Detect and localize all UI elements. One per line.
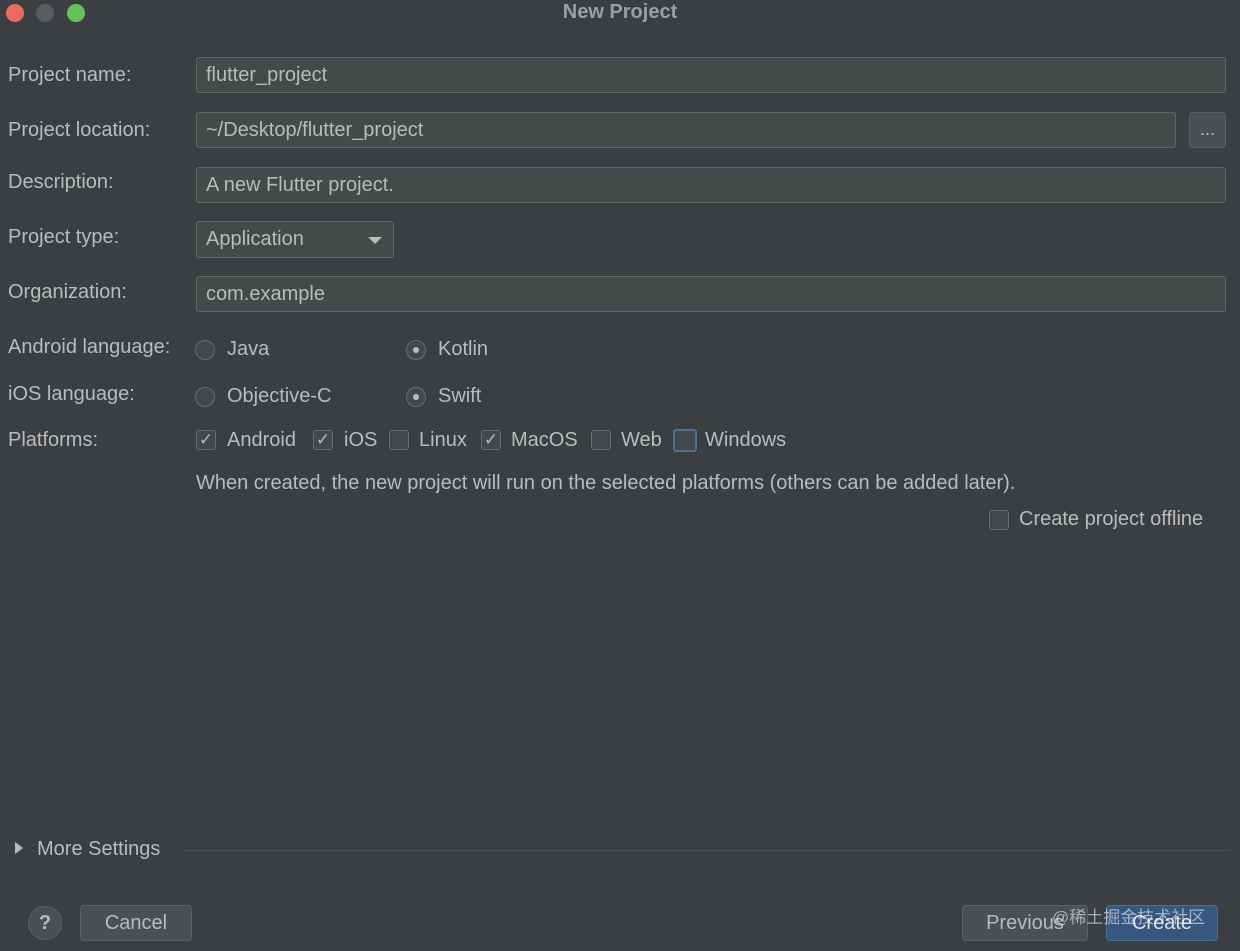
radio-kotlin[interactable] bbox=[406, 340, 426, 360]
description-input[interactable]: A new Flutter project. bbox=[196, 167, 1226, 203]
project-location-label: Project location: bbox=[8, 119, 151, 141]
project-type-label: Project type: bbox=[8, 226, 120, 248]
checkmark-icon: ✓ bbox=[198, 430, 214, 449]
expand-arrow-icon bbox=[15, 841, 23, 854]
checkbox-macos-label[interactable]: MacOS bbox=[511, 429, 578, 452]
checkbox-ios-label[interactable]: iOS bbox=[344, 429, 377, 452]
more-settings-toggle[interactable]: More Settings bbox=[15, 838, 160, 861]
checkbox-android[interactable]: ✓ bbox=[196, 430, 216, 450]
checkbox-windows[interactable] bbox=[673, 429, 697, 452]
checkmark-icon: ✓ bbox=[315, 430, 331, 449]
description-label: Description: bbox=[8, 171, 114, 193]
checkbox-windows-label[interactable]: Windows bbox=[705, 429, 786, 452]
checkbox-create-offline[interactable] bbox=[989, 510, 1009, 530]
checkbox-linux-label[interactable]: Linux bbox=[419, 429, 467, 452]
platforms-label: Platforms: bbox=[8, 429, 99, 451]
ios-language-label: iOS language: bbox=[8, 383, 135, 405]
checkbox-macos[interactable]: ✓ bbox=[481, 430, 501, 450]
project-location-input[interactable]: ~/Desktop/flutter_project bbox=[196, 112, 1176, 148]
radio-java-label[interactable]: Java bbox=[227, 338, 269, 361]
help-button[interactable]: ? bbox=[28, 906, 62, 940]
browse-button[interactable]: ... bbox=[1189, 112, 1226, 148]
project-name-label: Project name: bbox=[8, 64, 132, 86]
checkbox-ios[interactable]: ✓ bbox=[313, 430, 333, 450]
checkbox-web-label[interactable]: Web bbox=[621, 429, 662, 452]
organization-label: Organization: bbox=[8, 281, 127, 303]
radio-swift-label[interactable]: Swift bbox=[438, 385, 481, 408]
checkmark-icon: ✓ bbox=[483, 430, 499, 449]
radio-objective-c[interactable] bbox=[195, 387, 215, 407]
checkbox-create-offline-label[interactable]: Create project offline bbox=[1019, 508, 1203, 531]
platforms-hint: When created, the new project will run o… bbox=[196, 472, 1016, 494]
radio-kotlin-label[interactable]: Kotlin bbox=[438, 338, 488, 361]
radio-objective-c-label[interactable]: Objective-C bbox=[227, 385, 331, 408]
checkbox-web[interactable] bbox=[591, 430, 611, 450]
divider bbox=[184, 850, 1230, 851]
dropdown-arrow-icon bbox=[368, 237, 382, 244]
watermark: @稀土掘金技术社区 bbox=[1052, 908, 1206, 927]
radio-java[interactable] bbox=[195, 340, 215, 360]
project-type-value: Application bbox=[206, 228, 304, 250]
organization-input[interactable]: com.example bbox=[196, 276, 1226, 312]
more-settings-label: More Settings bbox=[37, 838, 161, 860]
checkbox-android-label[interactable]: Android bbox=[227, 429, 296, 452]
checkbox-linux[interactable] bbox=[389, 430, 409, 450]
cancel-button[interactable]: Cancel bbox=[80, 905, 192, 941]
title-bar: New Project bbox=[0, 0, 1240, 26]
android-language-label: Android language: bbox=[8, 336, 171, 358]
project-type-select[interactable]: Application bbox=[196, 221, 394, 258]
window-title: New Project bbox=[562, 1, 678, 23]
radio-swift[interactable] bbox=[406, 387, 426, 407]
project-name-input[interactable]: flutter_project bbox=[196, 57, 1226, 93]
